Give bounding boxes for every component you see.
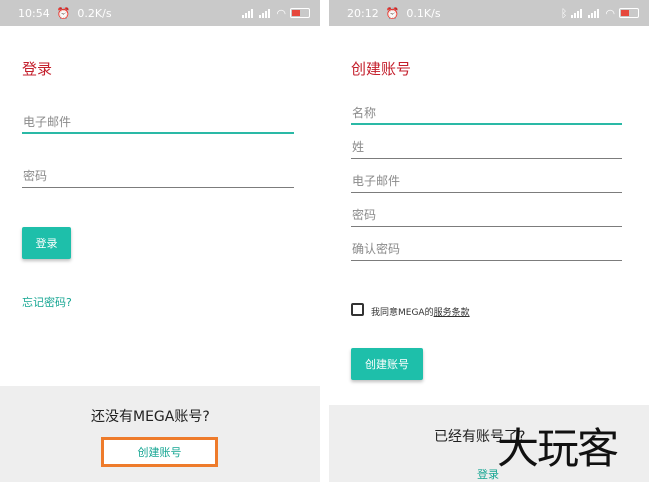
password-placeholder: 密码 — [23, 169, 48, 183]
login-screen: 10:54 ⏰ 0.2K/s ◠ 登录 电子邮件 密码 登录 忘记密码? 还没有… — [0, 0, 320, 482]
network-speed: 0.2K/s — [77, 6, 112, 20]
field-underline — [351, 260, 622, 261]
status-bar: 10:54 ⏰ 0.2K/s ◠ — [0, 0, 320, 26]
page-title: 登录 — [22, 60, 53, 78]
first-name-field[interactable]: 名称 — [351, 99, 622, 125]
field-underline — [22, 187, 294, 188]
password-field[interactable]: 密码 — [22, 162, 294, 188]
signal-icon — [242, 8, 255, 18]
bluetooth-icon: ᛒ — [560, 6, 568, 20]
terms-text: 我同意MEGA的服务条款 — [371, 305, 470, 318]
screen-divider — [320, 0, 329, 482]
create-account-button[interactable]: 创建账号 — [351, 348, 423, 380]
signal-icon — [588, 8, 601, 18]
terms-link[interactable]: 服务条款 — [434, 308, 470, 318]
alarm-icon: ⏰ — [385, 6, 400, 20]
first-name-placeholder: 名称 — [352, 106, 377, 120]
wifi-icon: ◠ — [276, 6, 286, 20]
create-account-link[interactable]: 创建账号 — [138, 444, 182, 460]
highlight-box: 创建账号 — [101, 437, 218, 467]
signal-icon — [259, 8, 272, 18]
no-account-prompt: 还没有MEGA账号? — [91, 409, 210, 425]
email-field[interactable]: 电子邮件 — [22, 108, 294, 134]
agree-prefix: 我同意MEGA的 — [371, 308, 434, 318]
field-underline — [351, 123, 622, 125]
battery-icon — [290, 8, 310, 18]
create-account-screen: 20:12 ⏰ 0.1K/s ᛒ ◠ 创建账号 名称 姓 电子邮件 密码 确认密… — [329, 0, 649, 482]
status-bar: 20:12 ⏰ 0.1K/s ᛒ ◠ — [329, 0, 649, 26]
last-name-placeholder: 姓 — [352, 140, 365, 154]
email-placeholder: 电子邮件 — [23, 115, 72, 129]
status-time: 20:12 — [347, 6, 379, 20]
wifi-icon: ◠ — [605, 6, 615, 20]
field-underline — [351, 158, 622, 159]
signup-panel — [0, 386, 320, 482]
last-name-field[interactable]: 姓 — [351, 133, 622, 159]
email-field[interactable]: 电子邮件 — [351, 167, 622, 193]
field-underline — [22, 132, 294, 134]
password-field[interactable]: 密码 — [351, 201, 622, 227]
watermark-logo: 大玩客 — [497, 424, 619, 473]
forgot-password-link[interactable]: 忘记密码? — [22, 294, 72, 310]
field-underline — [351, 192, 622, 193]
alarm-icon: ⏰ — [56, 6, 71, 20]
signal-icon — [571, 8, 584, 18]
terms-checkbox[interactable] — [351, 303, 364, 316]
battery-icon — [619, 8, 639, 18]
confirm-password-field[interactable]: 确认密码 — [351, 235, 622, 261]
password-placeholder: 密码 — [352, 208, 377, 222]
confirm-password-placeholder: 确认密码 — [352, 242, 401, 256]
network-speed: 0.1K/s — [406, 6, 441, 20]
login-link[interactable]: 登录 — [477, 466, 499, 482]
email-placeholder: 电子邮件 — [352, 174, 401, 188]
status-time: 10:54 — [18, 6, 50, 20]
login-button[interactable]: 登录 — [22, 227, 71, 259]
field-underline — [351, 226, 622, 227]
page-title: 创建账号 — [351, 60, 412, 78]
